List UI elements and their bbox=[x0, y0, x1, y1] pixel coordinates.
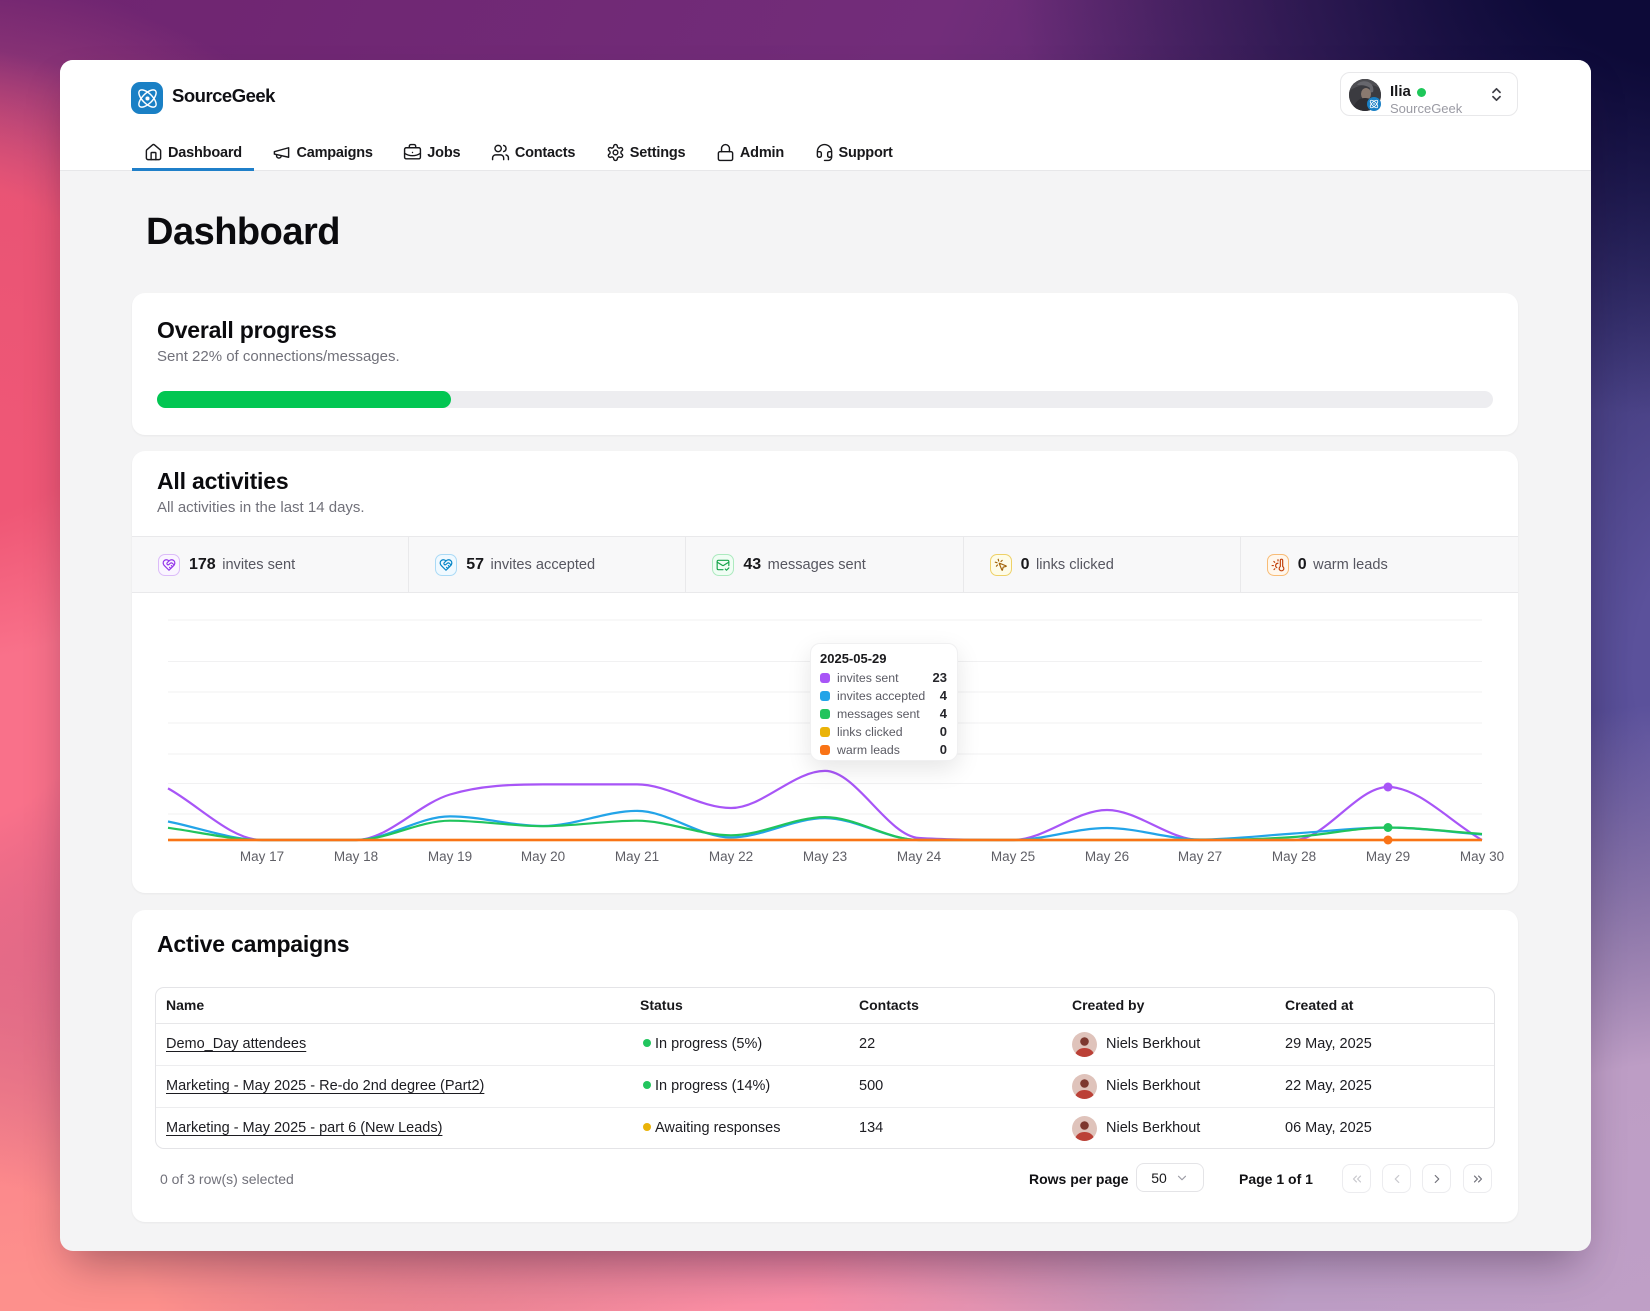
svg-text:May 21: May 21 bbox=[615, 849, 659, 864]
svg-text:May 27: May 27 bbox=[1178, 849, 1222, 864]
svg-text:May 30: May 30 bbox=[1460, 849, 1504, 864]
svg-text:May 26: May 26 bbox=[1085, 849, 1129, 864]
svg-text:May 19: May 19 bbox=[428, 849, 472, 864]
svg-text:May 23: May 23 bbox=[803, 849, 847, 864]
svg-text:May 24: May 24 bbox=[897, 849, 942, 864]
svg-text:May 22: May 22 bbox=[709, 849, 753, 864]
svg-text:May 20: May 20 bbox=[521, 849, 565, 864]
svg-text:May 25: May 25 bbox=[991, 849, 1035, 864]
svg-text:May 28: May 28 bbox=[1272, 849, 1316, 864]
svg-text:May 29: May 29 bbox=[1366, 849, 1410, 864]
svg-text:May 18: May 18 bbox=[334, 849, 378, 864]
svg-text:May 17: May 17 bbox=[240, 849, 284, 864]
